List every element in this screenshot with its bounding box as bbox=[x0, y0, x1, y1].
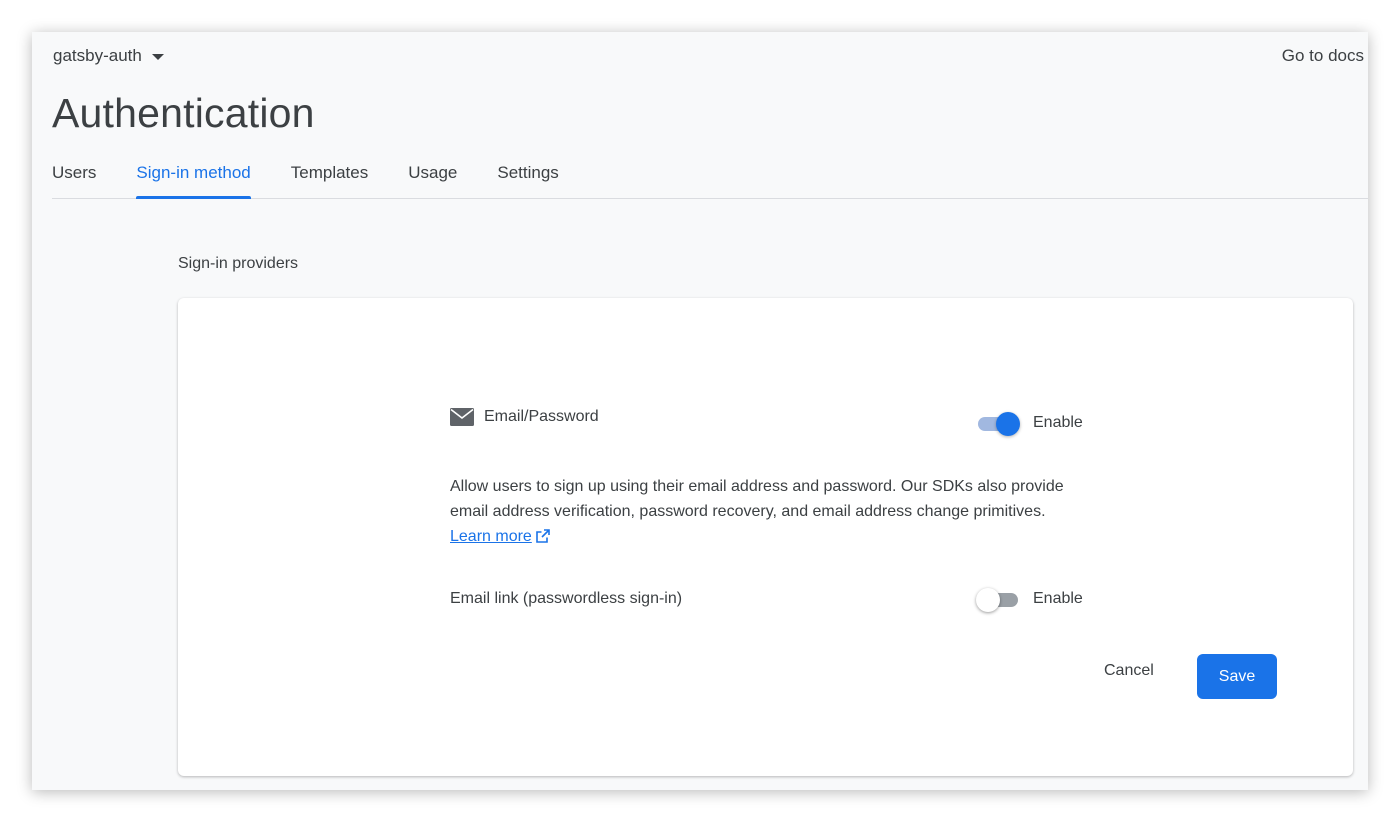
provider-row: Email/Password bbox=[450, 408, 599, 426]
tab-settings[interactable]: Settings bbox=[497, 158, 558, 198]
email-password-toggle[interactable] bbox=[976, 412, 1020, 436]
learn-more-link[interactable]: Learn more bbox=[450, 528, 532, 545]
email-link-enable-label: Enable bbox=[1033, 590, 1083, 607]
mail-icon bbox=[450, 408, 474, 426]
tab-usage[interactable]: Usage bbox=[408, 158, 457, 198]
page-title: Authentication bbox=[52, 90, 315, 136]
top-bar: gatsby-auth Go to docs bbox=[32, 32, 1368, 82]
email-password-enable-label: Enable bbox=[1033, 414, 1083, 431]
email-link-label: Email link (passwordless sign-in) bbox=[450, 590, 683, 607]
project-name: gatsby-auth bbox=[53, 46, 142, 65]
toggle-thumb bbox=[996, 412, 1020, 436]
tab-sign-in-method[interactable]: Sign-in method bbox=[136, 158, 252, 199]
section-heading: Sign-in providers bbox=[178, 255, 299, 272]
caret-down-icon bbox=[151, 54, 164, 60]
project-selector[interactable]: gatsby-auth bbox=[53, 46, 164, 66]
provider-description: Allow users to sign up using their email… bbox=[450, 474, 1090, 549]
description-text: Allow users to sign up using their email… bbox=[450, 478, 1064, 520]
tab-users[interactable]: Users bbox=[52, 158, 96, 198]
console-window: gatsby-auth Go to docs Authentication Us… bbox=[32, 32, 1368, 790]
go-to-docs-link[interactable]: Go to docs bbox=[1282, 46, 1364, 66]
cancel-button[interactable]: Cancel bbox=[1104, 662, 1154, 680]
email-link-toggle[interactable] bbox=[976, 588, 1020, 612]
provider-card: Email/Password Enable Allow users to sig… bbox=[178, 298, 1353, 776]
save-button[interactable]: Save bbox=[1197, 654, 1277, 699]
toggle-thumb bbox=[976, 588, 1000, 612]
external-link-icon[interactable] bbox=[535, 528, 551, 544]
provider-name: Email/Password bbox=[484, 408, 599, 425]
tab-templates[interactable]: Templates bbox=[291, 158, 368, 198]
tab-bar: Users Sign-in method Templates Usage Set… bbox=[52, 158, 1368, 199]
